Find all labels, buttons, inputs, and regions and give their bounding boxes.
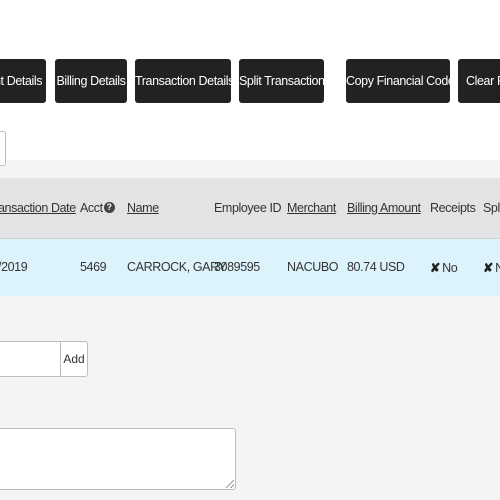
column-merchant[interactable]: Merchant bbox=[287, 201, 336, 215]
split-value: N bbox=[495, 261, 500, 275]
transactions-table: ansaction Date Acct? Name Employee ID Me… bbox=[0, 178, 500, 296]
table-header: ansaction Date Acct? Name Employee ID Me… bbox=[0, 178, 500, 239]
cell-transaction-date: /2019 bbox=[0, 260, 28, 274]
copy-financial-codes-button[interactable]: Copy Financial Codes bbox=[346, 59, 450, 103]
page: nt Details Billing Details Transaction D… bbox=[0, 0, 500, 500]
select-all-box[interactable] bbox=[0, 131, 6, 166]
add-input[interactable] bbox=[0, 341, 62, 377]
comment-textarea[interactable] bbox=[0, 428, 236, 490]
column-receipts: Receipts bbox=[430, 201, 476, 215]
column-billing-amount[interactable]: Billing Amount bbox=[347, 201, 421, 215]
column-name[interactable]: Name bbox=[127, 201, 159, 215]
toolbar: nt Details Billing Details Transaction D… bbox=[0, 0, 500, 166]
cell-receipts: ✘ No bbox=[430, 260, 458, 275]
cell-employee-id: 3089595 bbox=[214, 260, 260, 274]
question-circle-icon[interactable]: ? bbox=[103, 202, 115, 213]
transaction-details-button[interactable]: Transaction Details bbox=[135, 59, 231, 103]
cell-merchant: NACUBO bbox=[287, 260, 339, 274]
split-transaction-button[interactable]: Split Transaction bbox=[239, 59, 324, 103]
receipts-value: No bbox=[442, 261, 458, 275]
table-row[interactable]: /2019 5469 CARROCK, GARY 3089595 NACUBO … bbox=[0, 239, 500, 296]
column-split: Spli bbox=[483, 201, 500, 215]
column-acct: Acct? bbox=[80, 201, 115, 215]
cell-name: CARROCK, GARY bbox=[127, 260, 227, 274]
add-button[interactable]: Add bbox=[60, 341, 88, 377]
column-acct-label: Acct bbox=[80, 201, 103, 215]
cell-acct: 5469 bbox=[80, 260, 107, 274]
cell-split: ✘ N bbox=[483, 260, 500, 275]
resize-handle-icon[interactable] bbox=[226, 480, 234, 488]
account-details-button[interactable]: nt Details bbox=[0, 59, 46, 103]
x-icon: ✘ bbox=[430, 261, 441, 275]
billing-details-button[interactable]: Billing Details bbox=[55, 59, 127, 103]
clear-financial-codes-button[interactable]: Clear Fi bbox=[458, 59, 500, 103]
column-employee-id: Employee ID bbox=[214, 201, 282, 215]
cell-billing-amount: 80.74 USD bbox=[347, 260, 405, 274]
x-icon: ✘ bbox=[483, 261, 494, 275]
column-transaction-date[interactable]: ansaction Date bbox=[0, 201, 76, 215]
